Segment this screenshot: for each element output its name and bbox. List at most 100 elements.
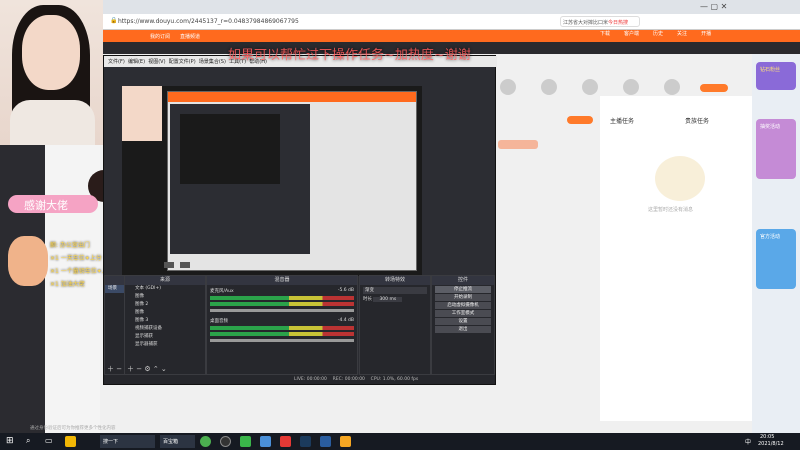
streamer-shirt: [10, 100, 95, 145]
start-recording-button[interactable]: 开始录制: [435, 294, 491, 301]
file-explorer-icon[interactable]: [65, 436, 76, 447]
source-item[interactable]: 图像: [125, 293, 205, 301]
search-input[interactable]: 江苏省大对摔比口米今日热搜: [560, 16, 640, 27]
tab-noble-task[interactable]: 贵族任务: [685, 116, 709, 125]
obs-taskbar-icon[interactable]: [220, 436, 231, 447]
more-icon[interactable]: [664, 79, 680, 95]
app-icon-navy[interactable]: [320, 436, 331, 447]
obs-preview[interactable]: [122, 86, 422, 276]
clock-date[interactable]: 2021/8/12: [758, 441, 784, 447]
controls-header: 控件: [432, 276, 494, 285]
browser-tab-bar: — ▢ ✕: [0, 0, 800, 14]
app-icon-green[interactable]: [200, 436, 211, 447]
streamer-face: [22, 15, 80, 90]
menu-view[interactable]: 视图(V): [148, 59, 165, 65]
app-icon-orange[interactable]: [340, 436, 351, 447]
webcam-feed: [0, 0, 103, 145]
sources-header: 来源: [125, 276, 205, 285]
wechat-icon[interactable]: [240, 436, 251, 447]
diamond-fan-card[interactable]: 钻石粉丝: [756, 62, 796, 90]
mixer-desktop-name: 桌面音频: [210, 319, 228, 324]
exit-button[interactable]: 退出: [435, 326, 491, 333]
source-item[interactable]: 图像 2: [125, 301, 205, 309]
duration-label: 时长: [363, 297, 372, 302]
toolbar-icons: [500, 79, 680, 95]
menu-edit[interactable]: 编辑(E): [128, 59, 145, 65]
lottery-label: 抽奖活动: [760, 124, 781, 130]
empty-text: 这里暂时还没有消息: [648, 207, 694, 213]
url-text[interactable]: https://www.douyu.com/2445137_r=0.048379…: [118, 18, 299, 25]
taskbar-app-browser[interactable]: 搜一下: [100, 435, 155, 448]
source-item[interactable]: 图像 3: [125, 317, 205, 325]
nested-preview: [180, 114, 280, 184]
clock-time[interactable]: 20:05: [760, 434, 774, 440]
preview-toggle-icon[interactable]: [164, 262, 174, 268]
thanks-banner: 感谢大佬: [8, 195, 98, 213]
diamond-fan-label: 钻石粉丝: [760, 67, 781, 73]
mixer-mic-db: -5.6 dB: [337, 288, 354, 293]
lock-icon: 🔒: [110, 17, 118, 24]
tab-anchor-task[interactable]: 主播任务: [610, 116, 634, 125]
mixer-panel: 混音器 麦克风/Aux -5.6 dB 桌面音频 -4.4 dB: [206, 275, 358, 375]
taskbar-app-toolbox[interactable]: 百宝箱: [160, 435, 195, 448]
follow-button[interactable]: [567, 116, 593, 124]
cpu-fps: CPU: 1.0%, 60.00 fps: [370, 377, 419, 382]
source-item[interactable]: 显示捕获: [125, 333, 205, 341]
nav-history[interactable]: 历史: [653, 30, 663, 37]
source-add-icon[interactable]: ＋ − ⚙ ⌃ ⌄: [127, 364, 167, 374]
menu-scene-collection[interactable]: 场景集合(S): [199, 59, 226, 65]
lottery-card[interactable]: 抽奖活动: [756, 119, 796, 179]
mic-volume-slider[interactable]: [210, 309, 354, 312]
obs-window: 文件(F) 编辑(E) 视图(V) 配置文件(P) 场景集合(S) 工具(T) …: [103, 55, 497, 385]
menu-file[interactable]: 文件(F): [108, 59, 125, 65]
desktop-level-meter: [210, 326, 354, 330]
live-timer: LIVE: 00:00:00: [294, 377, 327, 382]
steam-icon[interactable]: [300, 436, 311, 447]
nav-download[interactable]: 下载: [600, 30, 610, 37]
nav-follow[interactable]: 关注: [677, 30, 687, 37]
search-badge: 今日热搜: [608, 20, 629, 26]
studio-toggle-icon[interactable]: [180, 262, 190, 268]
source-item[interactable]: 显示器捕获: [125, 341, 205, 349]
app-icon-red[interactable]: [280, 436, 291, 447]
right-sidebar: 钻石粉丝 抽奖活动 官方活动: [752, 54, 800, 433]
gift-overlay: 感谢大佬: [8, 170, 120, 240]
nested-obs: [170, 104, 310, 254]
source-item[interactable]: 图像: [125, 309, 205, 317]
sources-panel: 来源 文本 (GDI+) 图像 图像 2 图像 图像 3 视频捕获设备 显示捕获…: [124, 275, 206, 375]
window-controls[interactable]: — ▢ ✕: [700, 2, 727, 11]
virtual-camera-button[interactable]: 启动虚拟摄像机: [435, 302, 491, 309]
empty-mascot-icon: [655, 156, 705, 201]
header-link-channels[interactable]: 直播频道: [180, 33, 200, 40]
search-icon[interactable]: ⌕: [26, 436, 30, 446]
nav-client[interactable]: 客户端: [624, 30, 639, 37]
search-text: 江苏省大对摔比口米: [563, 20, 609, 26]
gift-icon[interactable]: [500, 79, 516, 95]
settings-button[interactable]: 设置: [435, 318, 491, 325]
transition-select[interactable]: 渐变: [363, 287, 427, 294]
official-event-label: 官方活动: [760, 234, 781, 240]
header-link-subscribe[interactable]: 我的订阅: [150, 33, 170, 40]
mixer-mic-name: 麦克风/Aux: [210, 289, 234, 294]
page-link-button[interactable]: [498, 140, 538, 149]
share-icon[interactable]: [541, 79, 557, 95]
nav-broadcast[interactable]: 开播: [701, 30, 711, 37]
stop-stream-button[interactable]: 停止推流: [435, 286, 491, 293]
ime-indicator[interactable]: 中: [745, 437, 751, 446]
address-bar[interactable]: 🔒 https://www.douyu.com/2445137_r=0.0483…: [0, 14, 800, 30]
task-view-icon[interactable]: ▭: [45, 436, 53, 445]
report-icon[interactable]: [582, 79, 598, 95]
menu-profile[interactable]: 配置文件(P): [169, 59, 196, 65]
transitions-header: 转场特效: [360, 276, 430, 285]
duration-input[interactable]: 300 ms: [373, 297, 403, 302]
studio-mode-button[interactable]: 工作室模式: [435, 310, 491, 317]
windows-start-icon[interactable]: ⊞: [6, 436, 14, 446]
desktop-volume-slider[interactable]: [210, 339, 354, 342]
source-item[interactable]: 视频捕获设备: [125, 325, 205, 333]
app-icon-blue[interactable]: [260, 436, 271, 447]
fan-icon[interactable]: [623, 79, 639, 95]
source-item[interactable]: 文本 (GDI+): [125, 285, 205, 293]
recharge-button[interactable]: [700, 84, 728, 92]
controls-panel: 控件 停止推流 开始录制 启动虚拟摄像机 工作室模式 设置 退出: [431, 275, 495, 375]
official-event-card[interactable]: 官方活动: [756, 229, 796, 289]
